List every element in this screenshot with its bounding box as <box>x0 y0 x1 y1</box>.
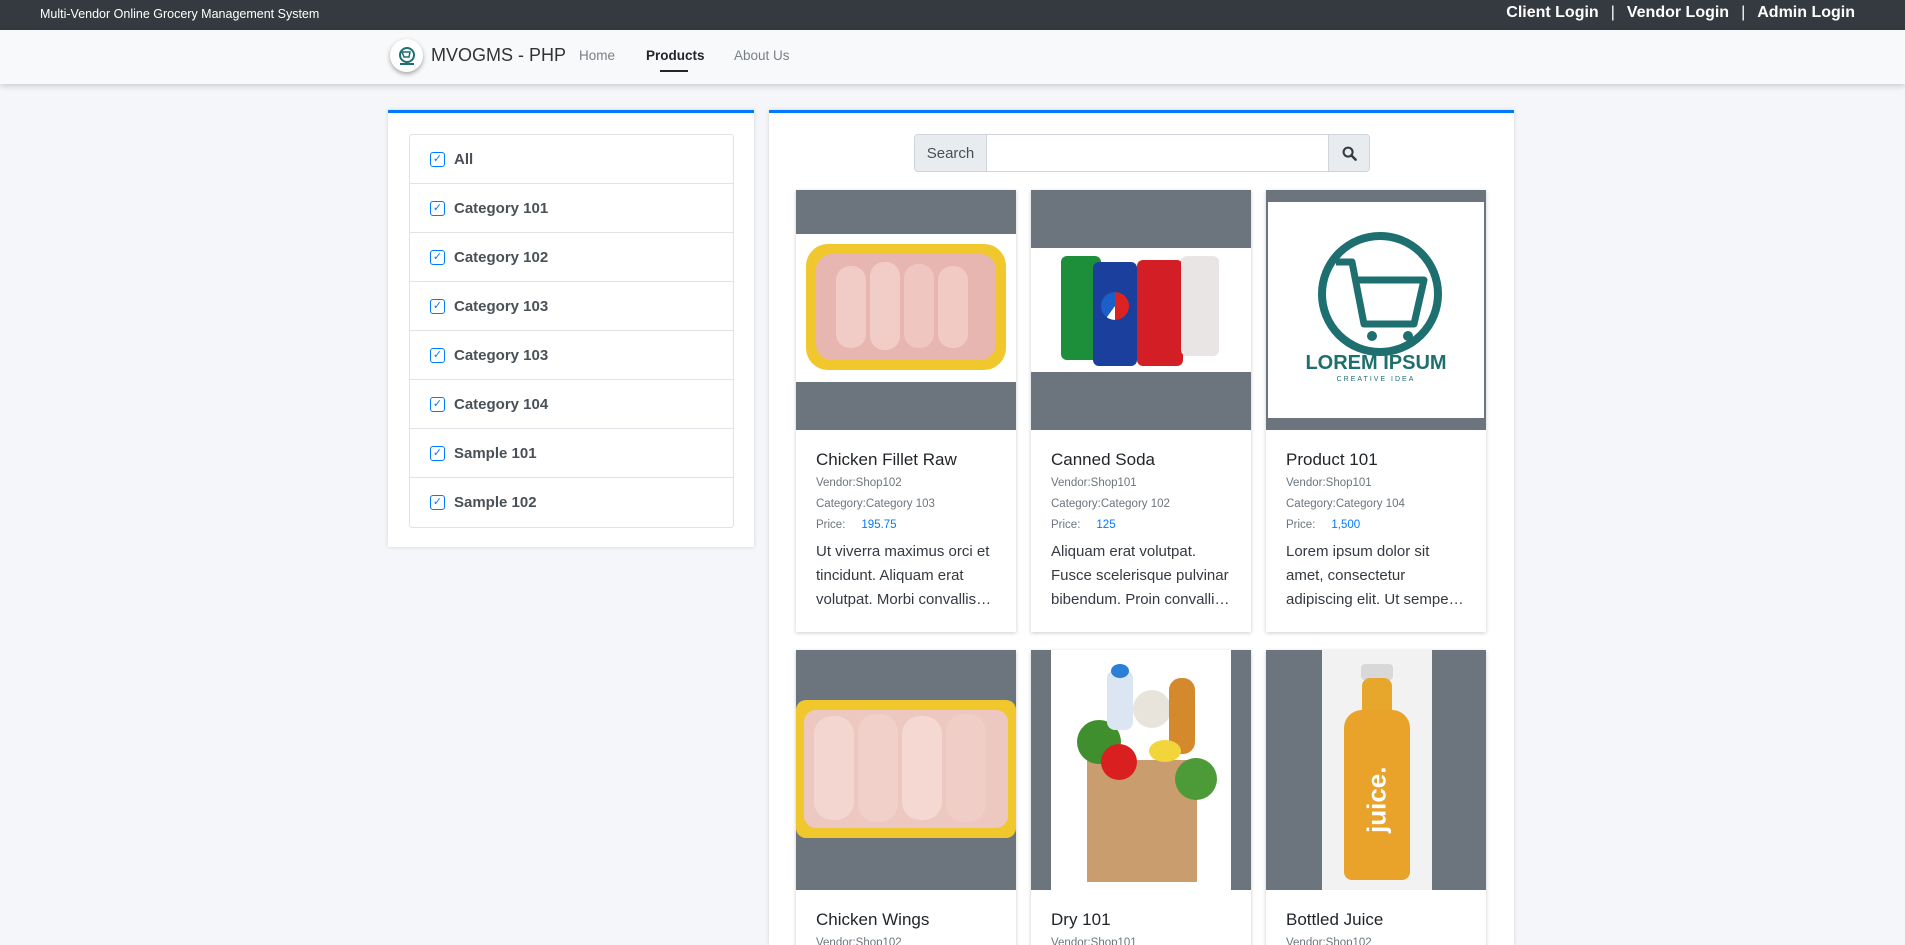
search-icon <box>1342 146 1357 161</box>
product-price: Price: 1,500 <box>1286 519 1466 531</box>
logo-text: LOREM IPSUM <box>1305 352 1447 374</box>
product-price: Price: 125 <box>1051 519 1231 531</box>
logo-subtext: CREATIVE IDEA <box>1336 376 1416 383</box>
product-name: Chicken Wings <box>816 910 930 929</box>
search-input[interactable] <box>987 135 1328 171</box>
price-label: Price: <box>1286 519 1316 531</box>
filter-label: Category 103 <box>454 346 549 364</box>
product-body: Chicken Fillet Raw Vendor:Shop102 Catego… <box>796 430 1016 612</box>
brand-name: MVOGMS - PHP <box>431 45 567 65</box>
login-links: Client Login | Vendor Login | Admin Logi… <box>1506 4 1855 22</box>
product-description: Lorem ipsum dolor sit amet, consectetur … <box>1286 543 1454 608</box>
brand-logo <box>390 39 423 72</box>
product-description: Ut viverra maximus orci et tincidunt. Al… <box>816 543 990 608</box>
product-body: Bottled Juice Vendor:Shop102 <box>1266 890 1486 945</box>
checkbox-checked-icon[interactable]: ✓ <box>430 200 445 216</box>
product-vendor: Vendor:Shop102 <box>1286 937 1372 945</box>
product-image <box>796 650 1016 890</box>
checkbox-checked-icon[interactable]: ✓ <box>430 249 445 265</box>
product-card[interactable]: Canned Soda Vendor:Shop101 Category:Cate… <box>1031 190 1251 632</box>
product-card[interactable]: juice. Bottled Juice Vendor:Shop102 <box>1266 650 1486 945</box>
product-image: LOREM IPSUM CREATIVE IDEA <box>1266 190 1486 430</box>
filter-label: Sample 101 <box>454 444 537 462</box>
price-label: Price: <box>1051 519 1081 531</box>
product-body: Dry 101 Vendor:Shop101 <box>1031 890 1251 945</box>
product-card[interactable]: Chicken Fillet Raw Vendor:Shop102 Catego… <box>796 190 1016 632</box>
checkbox-checked-icon[interactable]: ✓ <box>430 445 445 461</box>
category-filter-card: ✓ All ✓ Category 101 ✓ Category 102 ✓ Catego… <box>388 110 754 547</box>
checkbox-checked-icon[interactable]: ✓ <box>430 347 445 363</box>
filter-label: Category 101 <box>454 199 549 217</box>
product-name: Bottled Juice <box>1286 910 1384 929</box>
checkbox-checked-icon[interactable]: ✓ <box>430 495 445 510</box>
product-image <box>1031 190 1251 430</box>
product-vendor: Vendor:Shop101 <box>1286 477 1372 489</box>
search-label: Search <box>915 135 987 171</box>
product-card[interactable]: LOREM IPSUM CREATIVE IDEA Product 101 Ve… <box>1266 190 1486 632</box>
filter-item[interactable]: ✓ Category 103 <box>410 282 733 331</box>
top-bar: Multi-Vendor Online Grocery Management S… <box>0 0 1905 30</box>
client-login-link[interactable]: Client Login <box>1506 4 1598 22</box>
filter-item[interactable]: ✓ Category 101 <box>410 184 733 233</box>
filter-label: All <box>454 150 474 168</box>
nav-about-us[interactable]: About Us <box>734 48 790 63</box>
product-category: Category:Category 104 <box>1286 498 1405 510</box>
filter-item[interactable]: ✓ Sample 101 <box>410 429 733 478</box>
product-vendor: Vendor:Shop101 <box>1051 477 1137 489</box>
product-description: Aliquam erat volutpat. Fusce scelerisque… <box>1051 543 1229 608</box>
product-body: Product 101 Vendor:Shop101 Category:Cate… <box>1266 430 1486 612</box>
product-image: juice. <box>1266 650 1486 890</box>
product-name: Product 101 <box>1286 450 1378 469</box>
nav-products[interactable]: Products <box>646 48 705 63</box>
filter-item[interactable]: ✓ Category 102 <box>410 233 733 282</box>
filter-item[interactable]: ✓ Category 103 <box>410 331 733 380</box>
product-category: Category:Category 103 <box>816 498 935 510</box>
price-value: 125 <box>1096 519 1116 531</box>
separator: | <box>1741 4 1746 21</box>
product-name: Dry 101 <box>1051 910 1111 929</box>
product-vendor: Vendor:Shop102 <box>816 937 902 945</box>
product-body: Chicken Wings Vendor:Shop102 <box>796 890 1016 945</box>
price-value: 195.75 <box>861 519 897 531</box>
filter-item[interactable]: ✓ Category 104 <box>410 380 733 429</box>
product-image <box>796 190 1016 430</box>
search-button[interactable] <box>1328 135 1369 171</box>
nav-home[interactable]: Home <box>579 48 615 63</box>
checkbox-checked-icon[interactable]: ✓ <box>430 298 445 314</box>
product-name: Canned Soda <box>1051 450 1155 469</box>
product-price: Price: 195.75 <box>816 519 996 531</box>
filter-label: Category 103 <box>454 297 549 315</box>
product-vendor: Vendor:Shop102 <box>816 477 902 489</box>
product-vendor: Vendor:Shop101 <box>1051 937 1137 945</box>
system-name: Multi-Vendor Online Grocery Management S… <box>40 7 320 21</box>
filter-label: Category 102 <box>454 248 549 266</box>
navbar: MVOGMS - PHP Home Products About Us <box>0 30 1905 84</box>
search-group: Search <box>914 134 1370 172</box>
admin-login-link[interactable]: Admin Login <box>1757 4 1855 22</box>
filter-label: Category 104 <box>454 395 549 413</box>
filter-label: Sample 102 <box>454 494 537 511</box>
vendor-login-link[interactable]: Vendor Login <box>1627 4 1729 22</box>
separator: | <box>1610 4 1615 21</box>
cart-logo-icon <box>1318 232 1442 356</box>
nav-active-underline <box>660 70 688 72</box>
product-category: Category:Category 102 <box>1051 498 1170 510</box>
brand[interactable]: MVOGMS - PHP <box>390 39 566 72</box>
product-name: Chicken Fillet Raw <box>816 450 957 469</box>
product-card[interactable]: Dry 101 Vendor:Shop101 <box>1031 650 1251 945</box>
filter-item-all[interactable]: ✓ All <box>410 135 733 184</box>
checkbox-checked-icon[interactable]: ✓ <box>430 396 445 412</box>
bottle-label-text: juice. <box>1361 766 1392 834</box>
price-value: 1,500 <box>1331 519 1361 531</box>
product-image <box>1031 650 1251 890</box>
filter-item[interactable]: ✓ Sample 102 <box>410 478 733 527</box>
category-filter-list: ✓ All ✓ Category 101 ✓ Category 102 ✓ Catego… <box>409 134 734 528</box>
product-card[interactable]: Chicken Wings Vendor:Shop102 <box>796 650 1016 945</box>
product-body: Canned Soda Vendor:Shop101 Category:Cate… <box>1031 430 1251 612</box>
checkbox-checked-icon[interactable]: ✓ <box>430 151 445 167</box>
products-card: Search Chicken Fillet Raw Vendor:Shop102… <box>769 110 1514 945</box>
price-label: Price: <box>816 519 846 531</box>
